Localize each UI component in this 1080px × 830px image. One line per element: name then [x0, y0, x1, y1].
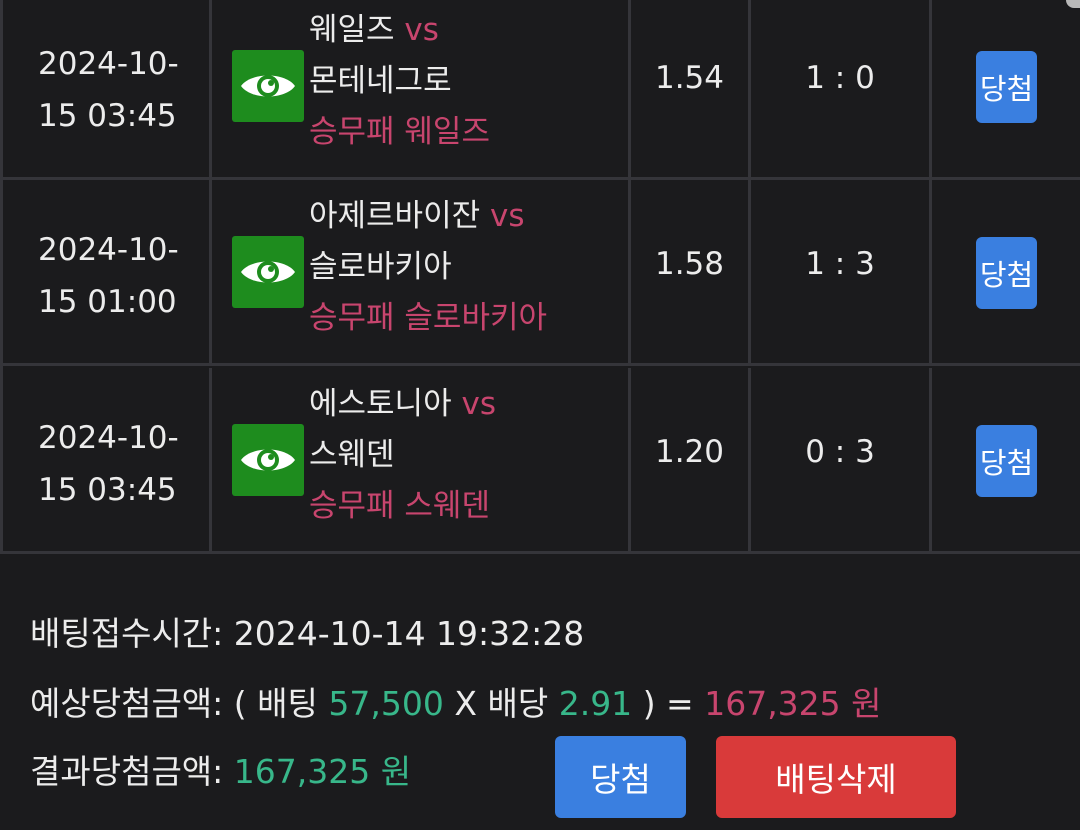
result-cell: 당첨 — [932, 368, 1080, 551]
odds-cell: 1.58 — [631, 180, 751, 363]
match-info: 웨일즈 vs 몬테네그로 승무패 웨일즈 — [309, 5, 490, 158]
bet-amount: 57,500 — [328, 684, 444, 723]
match-info: 아제르바이잔 vs 슬로바키아 승무패 슬로바키아 — [309, 191, 547, 344]
times-sign: X — [454, 684, 477, 723]
eye-icon — [241, 449, 295, 471]
home-team: 아제르바이잔 — [309, 198, 481, 234]
vs-label: vs — [461, 386, 496, 422]
bet-time-value: 2024-10-14 19:32:28 — [233, 614, 585, 653]
table-row: 2024-10- 15 03:45 웨일즈 vs 몬테네그로 승무패 웨일즈 1… — [3, 0, 1080, 180]
table-row: 2024-10- 15 01:00 아제르바이잔 vs 슬로바키아 승무패 슬로… — [3, 180, 1080, 366]
view-match-button[interactable] — [232, 236, 304, 308]
expected-label: 예상당첨금액: — [30, 684, 224, 723]
match-cell: 웨일즈 vs 몬테네그로 승무패 웨일즈 — [212, 0, 631, 177]
result-badge[interactable]: 당첨 — [976, 425, 1037, 497]
odds-cell: 1.20 — [631, 368, 751, 551]
delete-bet-button[interactable]: 배팅삭제 — [716, 736, 956, 818]
odds-value: 1.58 — [654, 246, 725, 282]
away-team: 몬테네그로 — [309, 63, 452, 99]
match-date: 2024-10- 15 03:45 — [38, 420, 179, 508]
match-date: 2024-10- 15 01:00 — [38, 232, 179, 320]
result-amount: 167,325 원 — [233, 752, 412, 791]
date-cell: 2024-10- 15 01:00 — [3, 180, 212, 363]
away-team: 슬로바키아 — [309, 249, 452, 285]
result-payout-line: 결과당첨금액: 167,325 원 — [30, 752, 411, 792]
total-odds: 2.91 — [558, 684, 633, 723]
bet-pick: 승무패 스웨덴 — [309, 488, 490, 524]
bet-pick: 승무패 슬로바키아 — [309, 300, 548, 336]
result-label: 결과당첨금액: — [30, 752, 224, 791]
score-cell: 1 : 3 — [751, 180, 932, 363]
match-info: 에스토니아 vs 스웨덴 승무패 스웨덴 — [309, 379, 496, 532]
score-cell: 0 : 3 — [751, 368, 932, 551]
vs-label: vs — [404, 12, 439, 48]
expected-amount: 167,325 원 — [704, 684, 882, 723]
result-badge[interactable]: 당첨 — [976, 51, 1037, 123]
match-date: 2024-10- 15 03:45 — [38, 46, 179, 134]
score-value: 1 : 3 — [805, 246, 875, 282]
bet-word: 배팅 — [257, 684, 318, 723]
bet-time-line: 배팅접수시간: 2024-10-14 19:32:28 — [30, 614, 584, 654]
close-paren-equals: ) = — [642, 684, 694, 723]
home-team: 에스토니아 — [309, 386, 452, 422]
eye-icon — [241, 261, 295, 283]
table-row: 2024-10- 15 03:45 에스토니아 vs 스웨덴 승무패 스웨덴 1… — [3, 368, 1080, 554]
bet-pick: 승무패 웨일즈 — [309, 114, 490, 150]
vs-label: vs — [489, 198, 525, 234]
result-badge[interactable]: 당첨 — [976, 237, 1037, 309]
expected-payout-line: 예상당첨금액: ( 배팅 57,500 X 배당 2.91 ) = 167,32… — [30, 684, 882, 724]
date-cell: 2024-10- 15 03:45 — [3, 368, 212, 551]
odds-word: 배당 — [487, 684, 549, 723]
match-cell: 에스토니아 vs 스웨덴 승무패 스웨덴 — [212, 368, 631, 551]
view-match-button[interactable] — [232, 424, 304, 496]
bet-table: 2024-10- 15 03:45 웨일즈 vs 몬테네그로 승무패 웨일즈 1… — [0, 0, 1080, 554]
win-button[interactable]: 당첨 — [555, 736, 686, 818]
score-value: 0 : 3 — [805, 434, 875, 470]
odds-value: 1.54 — [654, 60, 725, 96]
result-cell: 당첨 — [932, 0, 1080, 177]
bet-time-label: 배팅접수시간: — [30, 614, 224, 653]
score-value: 1 : 0 — [805, 60, 875, 96]
away-team: 스웨덴 — [309, 437, 395, 473]
eye-icon — [241, 75, 295, 97]
home-team: 웨일즈 — [309, 12, 395, 48]
date-cell: 2024-10- 15 03:45 — [3, 0, 212, 177]
odds-cell: 1.54 — [631, 0, 751, 177]
result-cell: 당첨 — [932, 180, 1080, 363]
open-paren: ( — [233, 684, 247, 723]
view-match-button[interactable] — [232, 50, 304, 122]
odds-value: 1.20 — [654, 434, 725, 470]
match-cell: 아제르바이잔 vs 슬로바키아 승무패 슬로바키아 — [212, 180, 631, 363]
score-cell: 1 : 0 — [751, 0, 932, 177]
